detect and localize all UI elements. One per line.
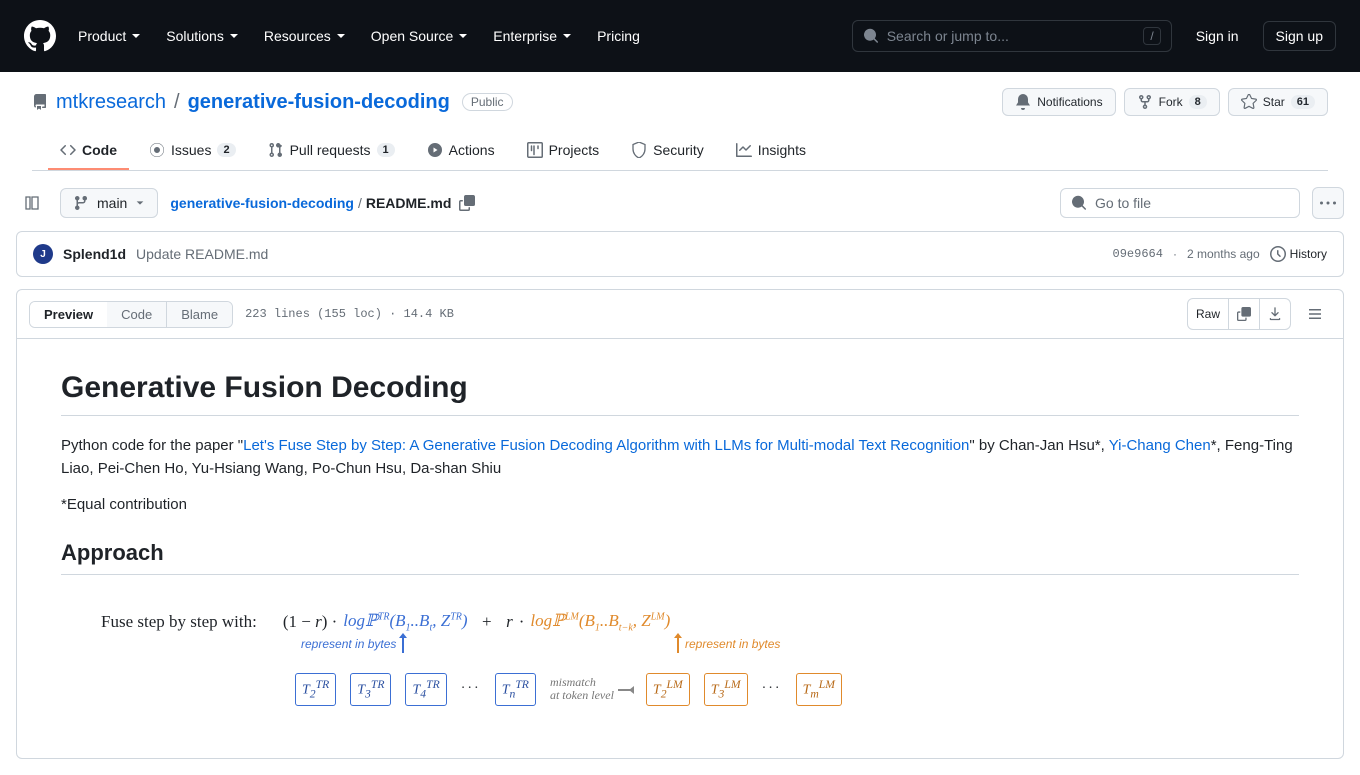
list-icon: [1307, 306, 1323, 322]
kebab-icon: [1320, 195, 1336, 211]
chevron-down-icon: [130, 30, 142, 42]
nav-pricing[interactable]: Pricing: [587, 20, 650, 52]
commit-time: 2 months ago: [1187, 247, 1260, 261]
raw-button[interactable]: Raw: [1188, 299, 1229, 329]
collapse-tree-button[interactable]: [16, 187, 48, 219]
repo-tabs: Code Issues2 Pull requests1 Actions Proj…: [32, 132, 1328, 171]
repo-owner-link[interactable]: mtkresearch: [56, 91, 166, 114]
star-icon: [1241, 94, 1257, 110]
sign-up-button[interactable]: Sign up: [1263, 21, 1336, 51]
nav-open-source[interactable]: Open Source: [361, 20, 480, 52]
view-switcher: Preview Code Blame: [29, 301, 233, 328]
chevron-down-icon: [335, 30, 347, 42]
tab-insights[interactable]: Insights: [724, 132, 818, 170]
nav-product[interactable]: Product: [68, 20, 152, 52]
readme-title: Generative Fusion Decoding: [61, 371, 1299, 416]
repo-icon: [32, 94, 48, 110]
breadcrumb-file: README.md: [366, 195, 452, 211]
fork-button[interactable]: Fork8: [1124, 88, 1220, 116]
nav-enterprise[interactable]: Enterprise: [483, 20, 583, 52]
chevron-down-icon: [457, 30, 469, 42]
view-code[interactable]: Code: [107, 302, 166, 327]
repo-name-link[interactable]: generative-fusion-decoding: [188, 91, 450, 114]
copy-icon: [459, 195, 475, 211]
outline-button[interactable]: [1299, 298, 1331, 330]
slash-shortcut: /: [1143, 27, 1160, 45]
github-logo-icon[interactable]: [24, 20, 56, 52]
sidebar-collapse-icon: [24, 195, 40, 211]
chevron-down-icon: [228, 30, 240, 42]
insights-icon: [736, 142, 752, 158]
nav-resources[interactable]: Resources: [254, 20, 357, 52]
pr-icon: [268, 142, 284, 158]
nav-solutions[interactable]: Solutions: [156, 20, 250, 52]
primary-nav: Product Solutions Resources Open Source …: [68, 20, 840, 52]
download-icon: [1268, 307, 1282, 321]
file-box: Preview Code Blame 223 lines (155 loc) ·…: [16, 289, 1344, 759]
approach-heading: Approach: [61, 540, 1299, 575]
view-blame[interactable]: Blame: [167, 302, 232, 327]
security-icon: [631, 142, 647, 158]
tab-pull-requests[interactable]: Pull requests1: [256, 132, 407, 170]
avatar[interactable]: J: [33, 244, 53, 264]
repo-sep: /: [174, 91, 180, 114]
goto-file-input[interactable]: Go to file: [1060, 188, 1300, 218]
tab-actions[interactable]: Actions: [415, 132, 507, 170]
readme-content: Generative Fusion Decoding Python code f…: [17, 339, 1343, 758]
commit-message[interactable]: Update README.md: [136, 246, 268, 262]
actions-icon: [427, 142, 443, 158]
tab-code[interactable]: Code: [48, 132, 129, 170]
file-stats: 223 lines (155 loc) · 14.4 KB: [245, 307, 454, 321]
tab-issues[interactable]: Issues2: [137, 132, 248, 170]
branch-select[interactable]: main: [60, 188, 158, 218]
commit-author[interactable]: Splend1d: [63, 246, 126, 262]
fork-count: 8: [1189, 95, 1207, 109]
chevron-down-icon: [561, 30, 573, 42]
history-link[interactable]: History: [1270, 246, 1327, 262]
copy-icon: [1237, 307, 1251, 321]
history-icon: [1270, 246, 1286, 262]
search-input[interactable]: Search or jump to... /: [852, 20, 1172, 52]
visibility-badge: Public: [462, 93, 513, 111]
latest-commit: J Splend1d Update README.md 09e9664 · 2 …: [16, 231, 1344, 277]
chevron-down-icon: [135, 198, 145, 208]
more-options-button[interactable]: [1312, 187, 1344, 219]
file-area: main generative-fusion-decoding / README…: [0, 171, 1360, 775]
commit-sha[interactable]: 09e9664: [1113, 247, 1163, 261]
site-header: Product Solutions Resources Open Source …: [0, 0, 1360, 72]
star-button[interactable]: Star61: [1228, 88, 1328, 116]
search-icon: [1071, 195, 1087, 211]
star-count: 61: [1291, 95, 1315, 109]
fork-icon: [1137, 94, 1153, 110]
branch-icon: [73, 195, 89, 211]
projects-icon: [527, 142, 543, 158]
breadcrumb-root[interactable]: generative-fusion-decoding: [170, 195, 354, 211]
copy-path-button[interactable]: [455, 191, 479, 215]
tab-security[interactable]: Security: [619, 132, 716, 170]
issues-icon: [149, 142, 165, 158]
paper-link[interactable]: Let's Fuse Step by Step: A Generative Fu…: [243, 437, 969, 454]
download-button[interactable]: [1260, 299, 1290, 329]
bell-icon: [1015, 94, 1031, 110]
tab-projects[interactable]: Projects: [515, 132, 612, 170]
equal-contribution: *Equal contribution: [61, 493, 1299, 516]
approach-figure: Fuse step by step with: (1 − r) · logℙTR…: [61, 591, 1299, 726]
notifications-button[interactable]: Notifications: [1002, 88, 1115, 116]
breadcrumb: generative-fusion-decoding / README.md: [170, 191, 479, 215]
copy-button[interactable]: [1229, 299, 1260, 329]
sign-in-link[interactable]: Sign in: [1184, 22, 1251, 50]
readme-intro: Python code for the paper "Let's Fuse St…: [61, 434, 1299, 481]
code-icon: [60, 142, 76, 158]
view-preview[interactable]: Preview: [30, 302, 107, 327]
search-placeholder: Search or jump to...: [887, 28, 1136, 44]
author-link[interactable]: Yi-Chang Chen: [1109, 437, 1211, 454]
repo-header: mtkresearch / generative-fusion-decoding…: [0, 72, 1360, 171]
search-icon: [863, 28, 879, 44]
